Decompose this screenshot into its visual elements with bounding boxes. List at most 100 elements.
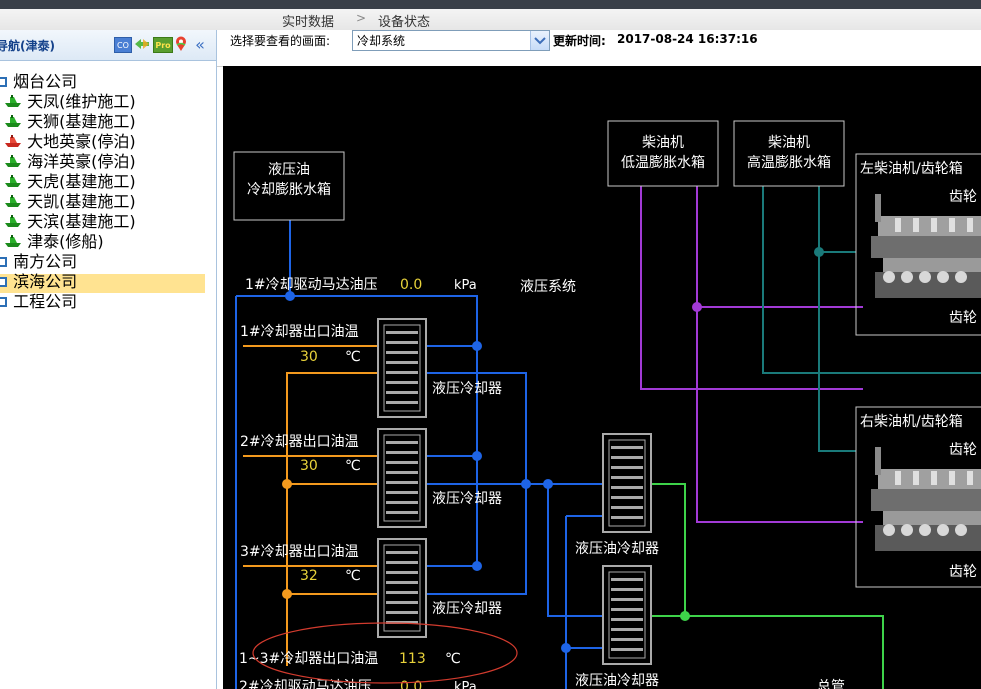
hyd-cooler-label-1: 液压冷却器 [432, 381, 502, 397]
collapse-icon[interactable]: « [193, 35, 207, 54]
cooler3-label: 3#冷却器出口油温 [240, 544, 359, 560]
arrows-icon[interactable] [134, 37, 150, 51]
cooler1-value: 30 [300, 349, 318, 365]
left-gear-top: 齿轮 [949, 189, 977, 205]
screen-select-label: 选择要查看的画面: [230, 34, 331, 48]
teal-junction [814, 247, 824, 257]
ship-icon [4, 213, 22, 232]
orange-junction-2 [282, 589, 292, 599]
hyd-oil-cooler-1 [602, 433, 652, 533]
tree-node-haiyang[interactable]: 海洋英豪(停泊) [4, 152, 136, 171]
ship-icon [4, 113, 22, 132]
app-top-bar [0, 0, 981, 9]
co-icon[interactable]: CO [114, 37, 132, 53]
folder-icon [0, 73, 8, 92]
cooler13-value: 113 [399, 651, 426, 667]
chevron-down-icon[interactable] [530, 31, 549, 50]
tree-node-gongcheng[interactable]: 工程公司 [0, 292, 77, 311]
hyd-oil-cooler-label-1: 液压油冷却器 [575, 541, 659, 557]
update-time-label: 更新时间: [553, 34, 606, 48]
tree-node-tianhu[interactable]: 天虎(基建施工) [4, 172, 136, 191]
diagram-svg: 液压油 冷却膨胀水箱 柴油机 低温膨胀水箱 柴油机 高温膨胀水箱 左柴油机/齿轮… [233, 120, 981, 689]
drive-press-1-label: 1#冷却驱动马达油压 [245, 277, 378, 293]
diesel-low-tank-box [607, 120, 719, 187]
diesel-high-label-2: 高温膨胀水箱 [747, 154, 831, 171]
left-engine-label: 左柴油机/齿轮箱 [860, 161, 963, 177]
right-gear-top: 齿轮 [949, 442, 977, 458]
ship-icon [4, 173, 22, 192]
right-engine-label: 右柴油机/齿轮箱 [860, 414, 963, 430]
hyd-oil-cooler-label-2: 液压油冷却器 [575, 673, 659, 689]
navigation-sidebar: 导航(津泰) CO Pro « 烟台公司 天凤(维护施工) 天狮(基建施工) 大… [0, 30, 217, 689]
cooler2-value: 30 [300, 458, 318, 474]
folder-icon [0, 273, 8, 292]
main-panel: 选择要查看的画面: 冷却系统 更新时间: 2017-08-24 16:37:16 [217, 30, 981, 689]
control-bar: 选择要查看的画面: 冷却系统 更新时间: 2017-08-24 16:37:16 [217, 30, 981, 67]
breadcrumb-separator: > [356, 11, 367, 25]
cooler1-unit: ℃ [345, 349, 361, 365]
sidebar-title: 导航(津泰) [0, 39, 55, 53]
purple-junction [692, 302, 702, 312]
left-engine-graphic [871, 194, 981, 298]
right-gear-bottom: 齿轮 [949, 564, 977, 580]
orange-junction-1 [282, 479, 292, 489]
breadcrumb-device-status[interactable]: 设备状态 [378, 11, 430, 30]
cooler13-label: 1~3#冷却器出口油温 [239, 651, 378, 667]
ship-red-icon [4, 133, 22, 152]
diesel-low-label-1: 柴油机 [642, 135, 684, 151]
update-time-value: 2017-08-24 16:37:16 [617, 32, 758, 46]
folder-icon [0, 293, 8, 312]
cooler2-unit: ℃ [345, 458, 361, 474]
cooling-system-diagram: 液压油 冷却膨胀水箱 柴油机 低温膨胀水箱 柴油机 高温膨胀水箱 左柴油机/齿轮… [223, 66, 981, 689]
tree-node-tianbin[interactable]: 天滨(基建施工) [4, 212, 136, 231]
diesel-high-tank-box [733, 120, 845, 187]
purple-pipes [640, 186, 863, 523]
tree-node-yantai[interactable]: 烟台公司 [0, 72, 77, 91]
hyd-cooler-3 [377, 538, 427, 638]
hyd-cooler-1 [377, 318, 427, 418]
tree-node-jintai[interactable]: 津泰(修船) [4, 232, 104, 251]
press-unit-1: kPa [454, 278, 477, 293]
drive-press-2-label: 2#冷却驱动马达油压 [239, 679, 372, 689]
diesel-low-label-2: 低温膨胀水箱 [621, 154, 705, 171]
right-engine-graphic [871, 447, 981, 551]
cooler2-label: 2#冷却器出口油温 [240, 434, 359, 450]
tree-node-binhai[interactable]: 滨海公司 [0, 272, 77, 291]
tree-node-nanfang[interactable]: 南方公司 [0, 252, 77, 271]
ship-icon [4, 93, 22, 112]
hyd-cooler-2 [377, 428, 427, 528]
cooler1-label: 1#冷却器出口油温 [240, 324, 359, 340]
main-pipe-label: 总管 [817, 679, 845, 689]
ship-icon [4, 153, 22, 172]
green-pipes [651, 483, 884, 689]
cooler3-unit: ℃ [345, 568, 361, 584]
hyd-oil-cooler-2 [602, 565, 652, 665]
sidebar-header: 导航(津泰) CO Pro « [0, 30, 216, 61]
orange-pipes [243, 345, 380, 666]
tree-node-dadi[interactable]: 大地英豪(停泊) [4, 132, 136, 151]
diesel-high-label-1: 柴油机 [768, 135, 810, 151]
hyd-cooler-label-3: 液压冷却器 [432, 601, 502, 617]
screen-select[interactable]: 冷却系统 [352, 30, 550, 51]
green-junction [680, 611, 690, 621]
tree-node-tianfeng[interactable]: 天凤(维护施工) [4, 92, 136, 111]
ship-icon [4, 233, 22, 252]
drive-press-2-value: 0.0 [400, 679, 422, 689]
tree-node-tiankai[interactable]: 天凯(基建施工) [4, 192, 136, 211]
hyd-tank-label-1: 液压油 [268, 162, 310, 178]
drive-press-1-value: 0.0 [400, 277, 422, 293]
ship-icon [4, 193, 22, 212]
cooler3-value: 32 [300, 568, 318, 584]
breadcrumb-realtime[interactable]: 实时数据 [282, 11, 334, 30]
left-gear-bottom: 齿轮 [949, 310, 977, 326]
screen-select-value: 冷却系统 [357, 34, 406, 48]
map-pin-icon[interactable] [175, 36, 187, 51]
pro-icon[interactable]: Pro [153, 37, 173, 53]
cooler13-unit: ℃ [445, 651, 461, 667]
breadcrumb: 实时数据 > 设备状态 [0, 9, 981, 31]
hyd-tank-label-2: 冷却膨胀水箱 [247, 181, 331, 198]
folder-icon [0, 253, 8, 272]
press-unit-2: kPa [454, 680, 477, 689]
tree-node-tianshi[interactable]: 天狮(基建施工) [4, 112, 136, 131]
hyd-cooler-label-2: 液压冷却器 [432, 491, 502, 507]
